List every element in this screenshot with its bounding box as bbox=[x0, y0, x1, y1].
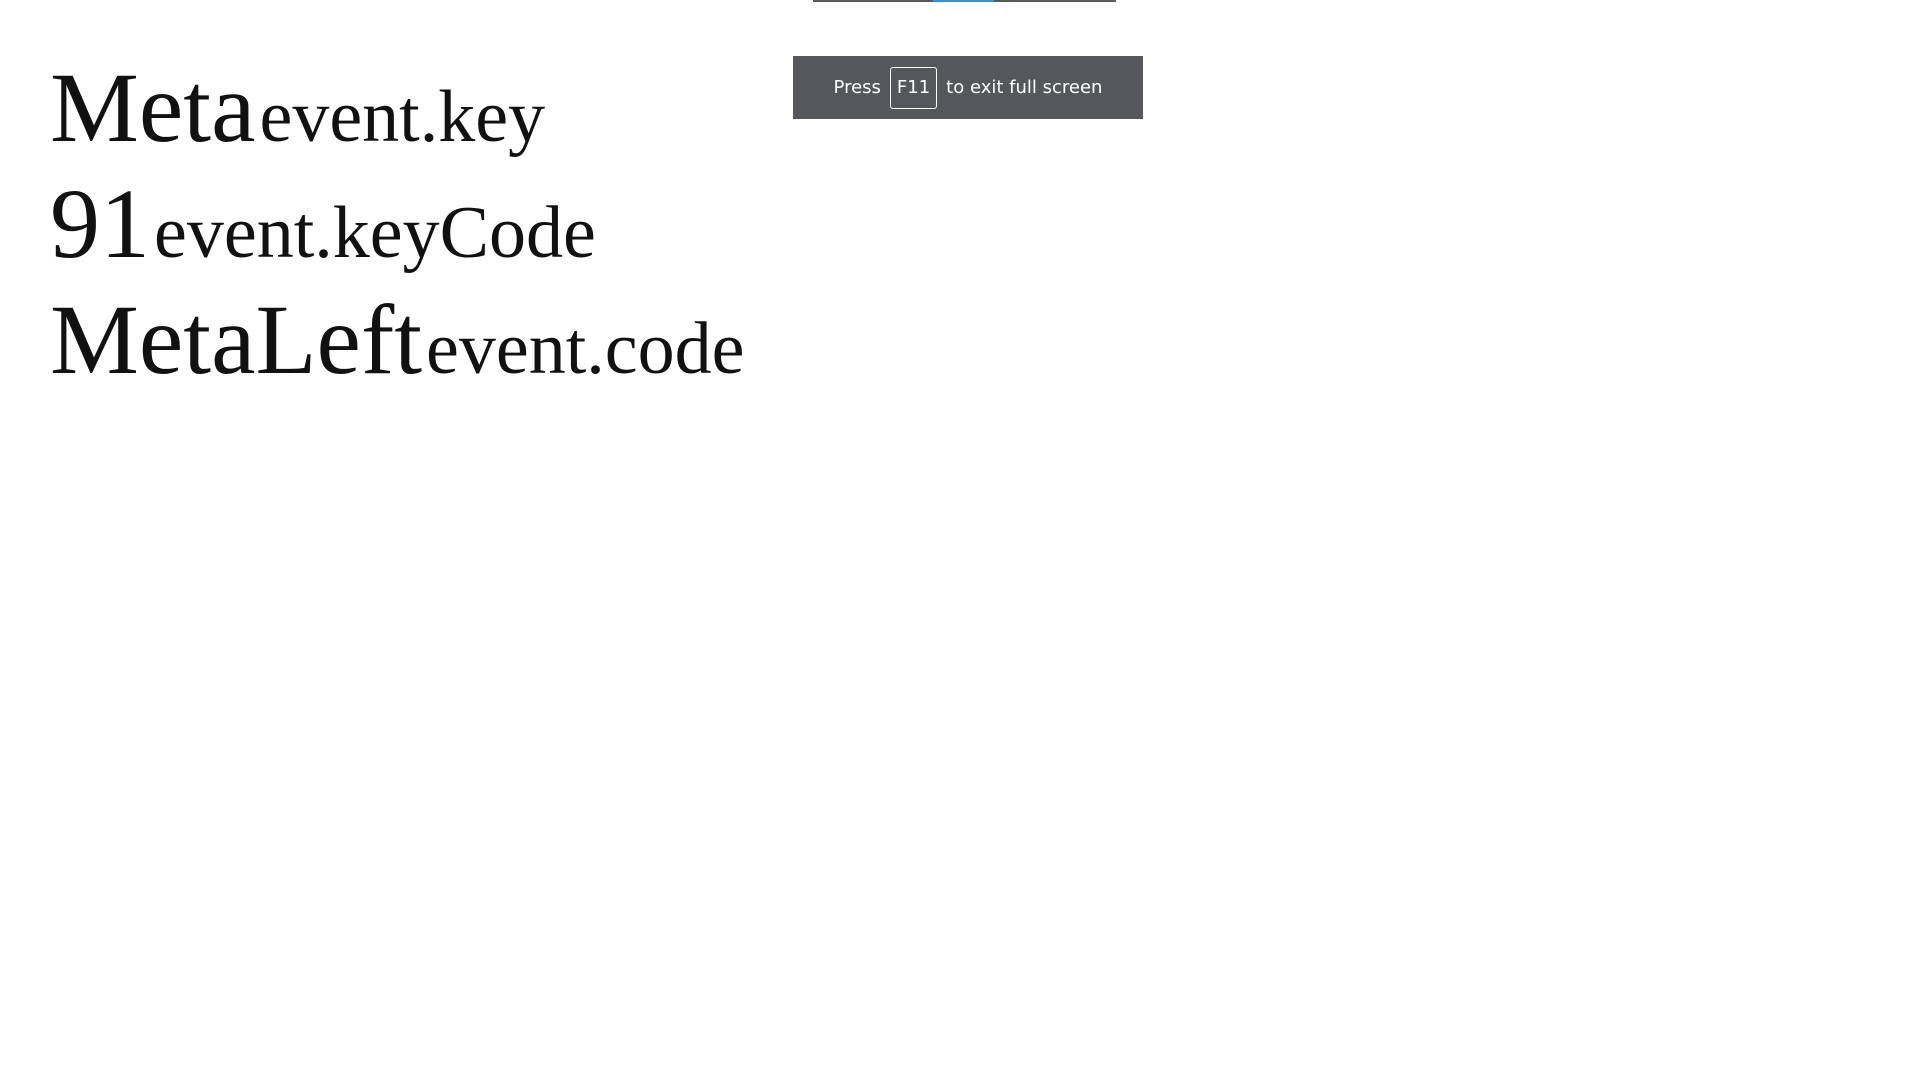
event-code-label: event.code bbox=[426, 308, 745, 390]
event-keycode-value: 91 bbox=[50, 168, 150, 279]
fullscreen-top-indicator bbox=[813, 0, 1116, 2]
event-key-value: Meta bbox=[50, 52, 256, 163]
event-keycode-row: 91 event.keyCode bbox=[50, 166, 744, 282]
event-code-value: MetaLeft bbox=[50, 284, 423, 395]
fullscreen-exit-toast: Press F11 to exit full screen bbox=[793, 56, 1143, 119]
key-event-info: Meta event.key 91 event.keyCode MetaLeft… bbox=[50, 50, 744, 398]
event-key-row: Meta event.key bbox=[50, 50, 744, 166]
event-keycode-label: event.keyCode bbox=[154, 192, 596, 274]
toast-prefix: Press bbox=[833, 77, 881, 98]
event-code-row: MetaLeft event.code bbox=[50, 282, 744, 398]
toast-suffix: to exit full screen bbox=[946, 77, 1103, 98]
fullscreen-top-indicator-active bbox=[933, 0, 994, 2]
event-key-label: event.key bbox=[259, 76, 546, 158]
toast-key-badge: F11 bbox=[889, 66, 938, 109]
